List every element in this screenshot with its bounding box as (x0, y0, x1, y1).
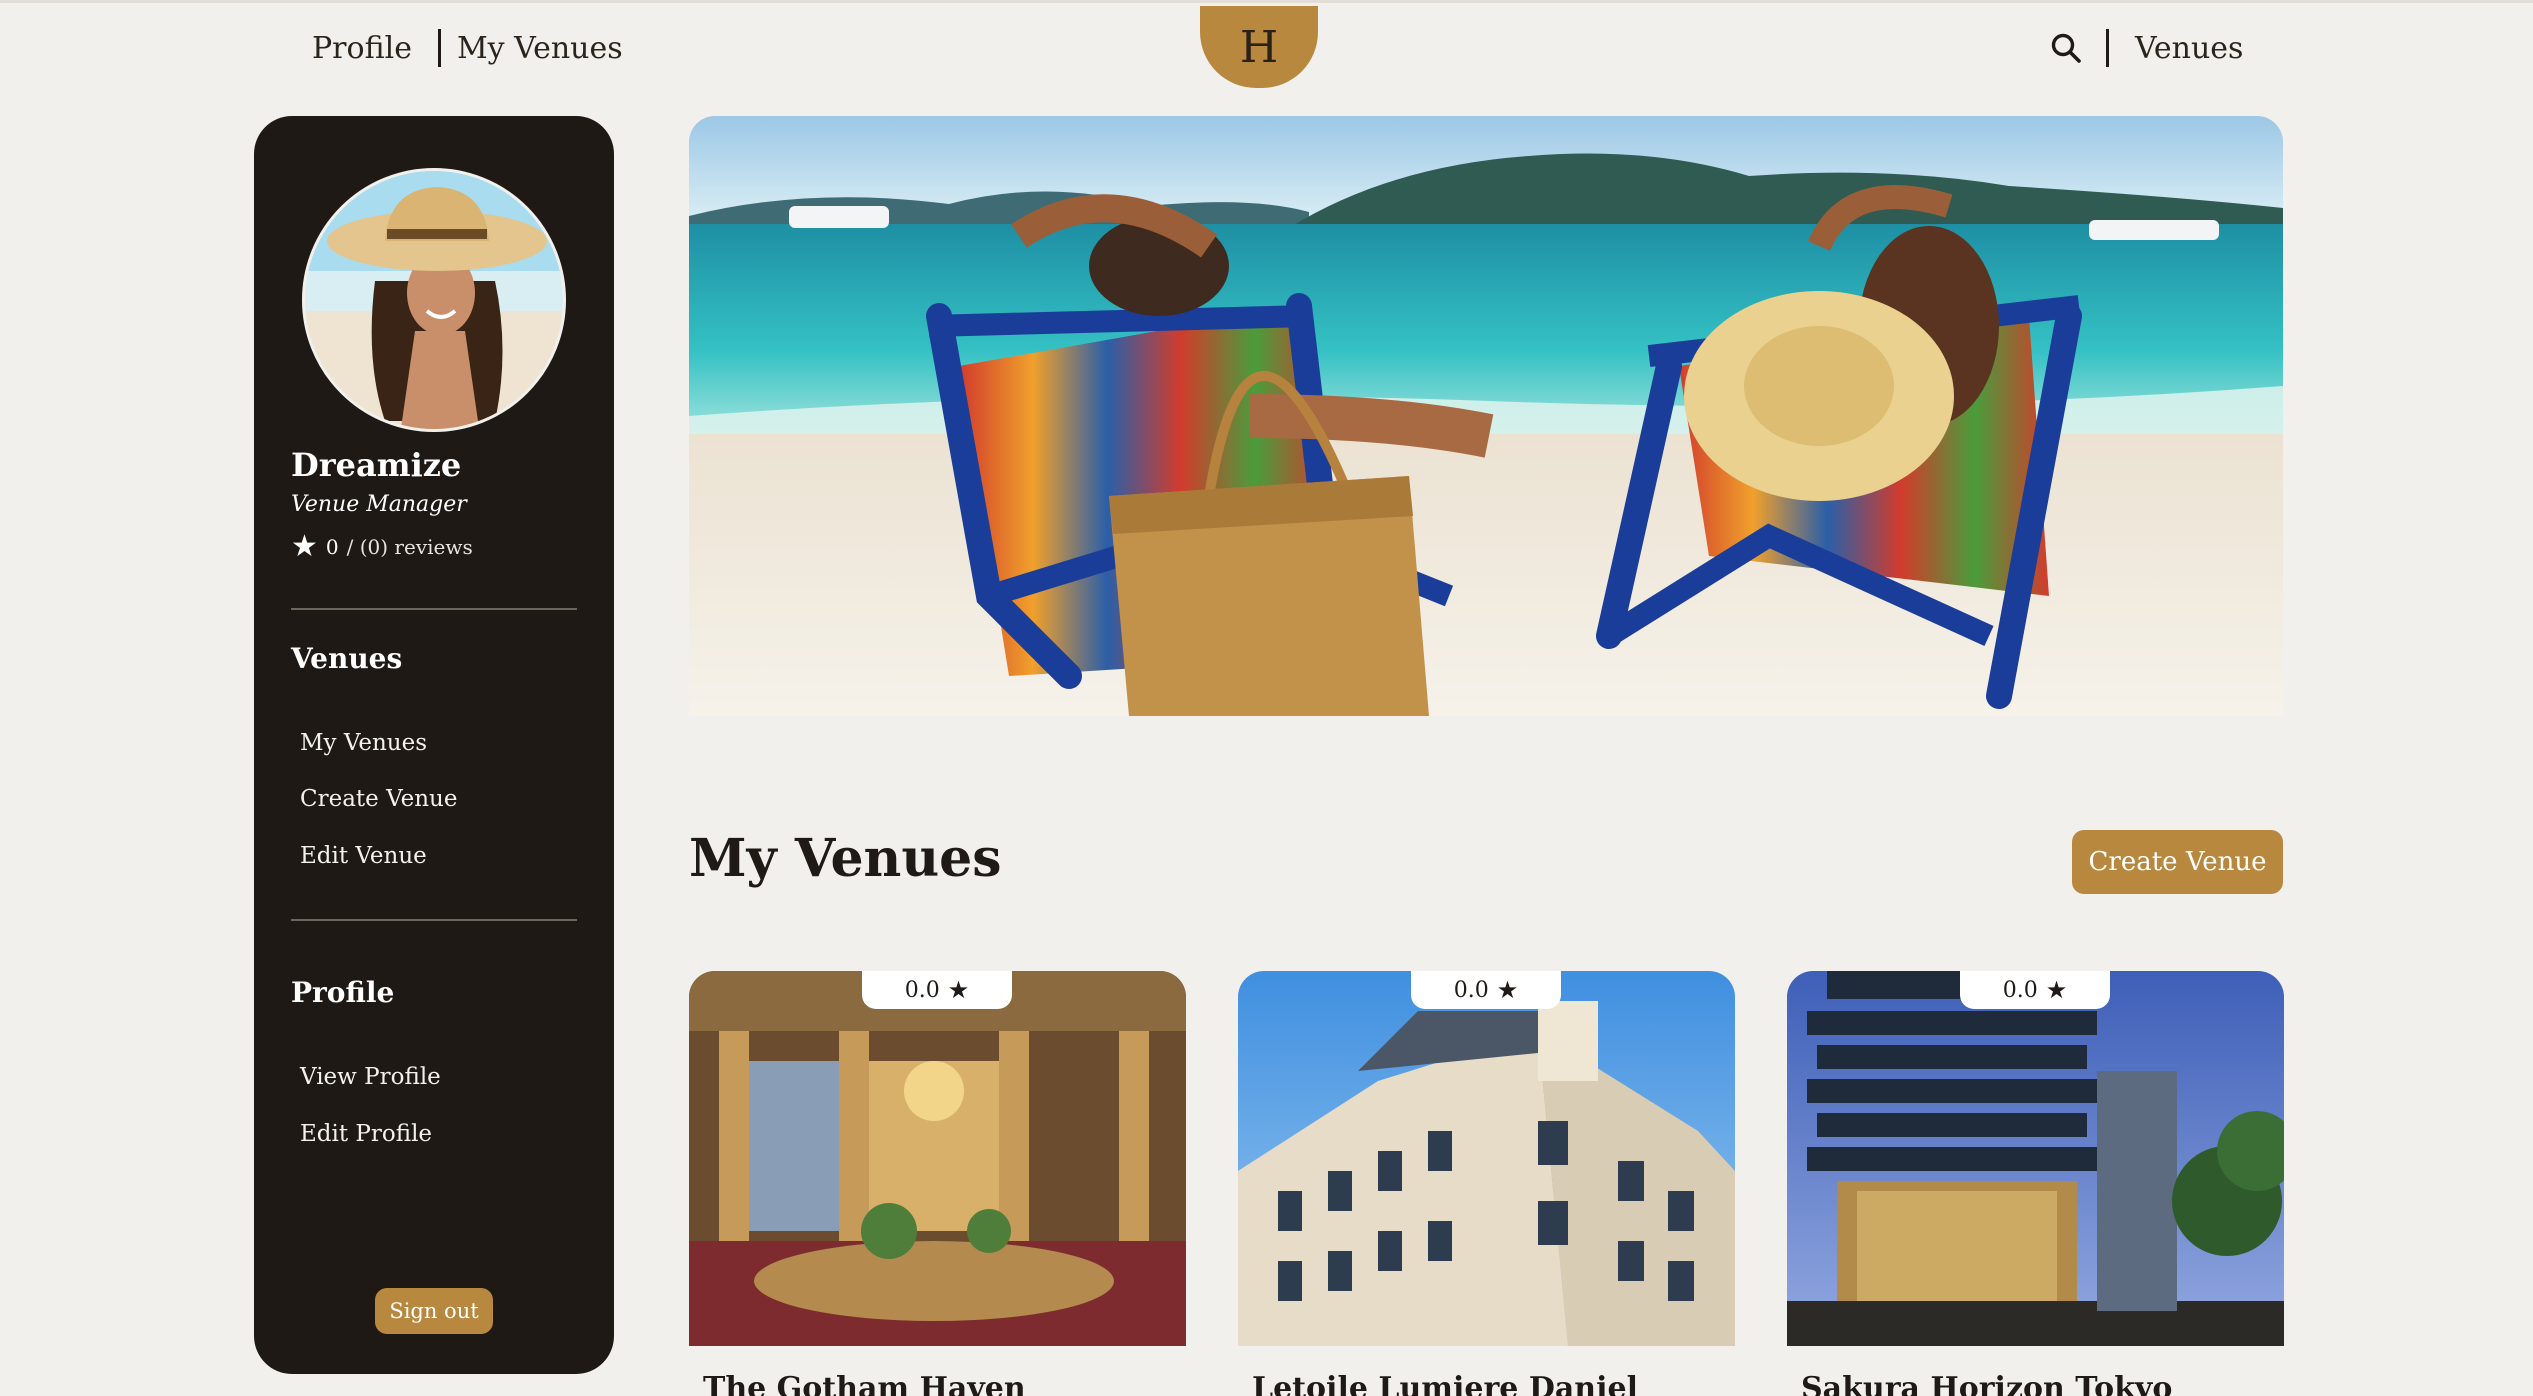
venue-image (689, 971, 1186, 1346)
star-icon: ★ (947, 976, 970, 1004)
avatar (302, 168, 566, 432)
sidebar-heading-profile: Profile (291, 976, 395, 1009)
create-venue-button[interactable]: Create Venue (2072, 830, 2283, 894)
venue-rating-badge: 0.0 ★ (1411, 971, 1561, 1009)
venue-image (1238, 971, 1735, 1346)
sidebar-item-edit-profile[interactable]: Edit Profile (300, 1121, 432, 1147)
top-navigation: Profile My Venues H Venues (0, 0, 2533, 96)
star-icon: ★ (1496, 976, 1519, 1004)
nav-right-group: Venues (2048, 29, 2243, 67)
sidebar: Dreamize Venue Manager ★ 0 / (0) reviews… (254, 116, 614, 1374)
page-title: My Venues (689, 828, 1002, 889)
venue-image (1787, 971, 2284, 1346)
profile-role: Venue Manager (291, 492, 467, 517)
venue-card[interactable]: 0.0 ★ Sakura Horizon Tokyo (1787, 971, 2284, 1396)
venue-name: Letoile Lumiere Daniel (1252, 1371, 1638, 1396)
sidebar-item-create-venue[interactable]: Create Venue (300, 786, 457, 812)
nav-profile-link[interactable]: Profile (312, 31, 412, 66)
venue-rating-badge: 0.0 ★ (862, 971, 1012, 1009)
sidebar-heading-venues: Venues (291, 642, 403, 675)
venue-rating-value: 0.0 (2002, 977, 2038, 1003)
venue-name: The Gotham Haven (703, 1371, 1026, 1396)
venue-rating-value: 0.0 (904, 977, 940, 1003)
hero-image (689, 116, 2283, 716)
nav-venues-link[interactable]: Venues (2135, 31, 2243, 66)
sidebar-item-my-venues[interactable]: My Venues (300, 730, 427, 756)
logo-letter: H (1239, 21, 1279, 73)
logo[interactable]: H (1200, 6, 1318, 88)
rating-reviews: / (0) reviews (346, 535, 473, 559)
venue-card[interactable]: 0.0 ★ Letoile Lumiere Daniel (1238, 971, 1735, 1396)
star-icon: ★ (2045, 976, 2068, 1004)
sidebar-item-edit-venue[interactable]: Edit Venue (300, 843, 427, 869)
star-icon: ★ (291, 529, 318, 564)
sign-out-button[interactable]: Sign out (375, 1288, 493, 1334)
sidebar-divider (291, 608, 577, 610)
rating-value: 0 (325, 535, 339, 559)
venue-rating-badge: 0.0 ★ (1960, 971, 2110, 1009)
nav-my-venues-link[interactable]: My Venues (457, 31, 623, 66)
nav-divider (437, 29, 441, 67)
search-icon[interactable] (2048, 29, 2084, 67)
profile-rating: ★ 0 / (0) reviews (291, 532, 473, 562)
nav-divider (2106, 29, 2109, 67)
venue-rating-value: 0.0 (1453, 977, 1489, 1003)
profile-name: Dreamize (291, 446, 462, 484)
venue-name: Sakura Horizon Tokyo (1801, 1371, 2173, 1396)
sidebar-item-view-profile[interactable]: View Profile (300, 1064, 441, 1090)
nav-left-group: Profile My Venues (312, 29, 623, 67)
venue-card[interactable]: 0.0 ★ The Gotham Haven (689, 971, 1186, 1396)
sidebar-divider (291, 919, 577, 921)
